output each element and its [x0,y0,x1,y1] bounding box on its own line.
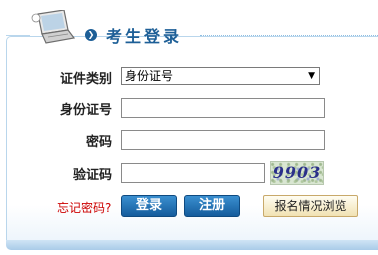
register-button[interactable]: 注册 [184,195,240,217]
captcha-label: 验证码 [72,168,112,183]
laptop-icon [31,10,76,44]
id-number-input[interactable] [121,98,325,118]
header-divider-left [6,35,30,36]
password-input[interactable] [121,130,325,150]
captcha-image[interactable]: 9903 [270,161,324,185]
page-title: 考生登录 [106,27,183,46]
dropdown-arrow-icon[interactable]: ▼ [308,68,315,84]
id-type-label: 证件类别 [59,72,112,87]
header-divider [200,35,378,36]
forgot-password-link[interactable]: 忘记密码? [57,199,111,216]
id-number-label: 身份证号 [59,103,112,118]
password-label: 密码 [85,135,112,150]
id-type-select[interactable]: 身份证号 ▼ [121,67,320,85]
id-type-selected: 身份证号 [125,69,174,83]
browse-registration-button[interactable]: 报名情况浏览 [263,195,358,217]
captcha-input[interactable] [121,163,265,183]
chevron-right-icon: ❯ [85,29,97,41]
panel-footer-bar [6,240,378,250]
login-button[interactable]: 登录 [121,195,177,217]
